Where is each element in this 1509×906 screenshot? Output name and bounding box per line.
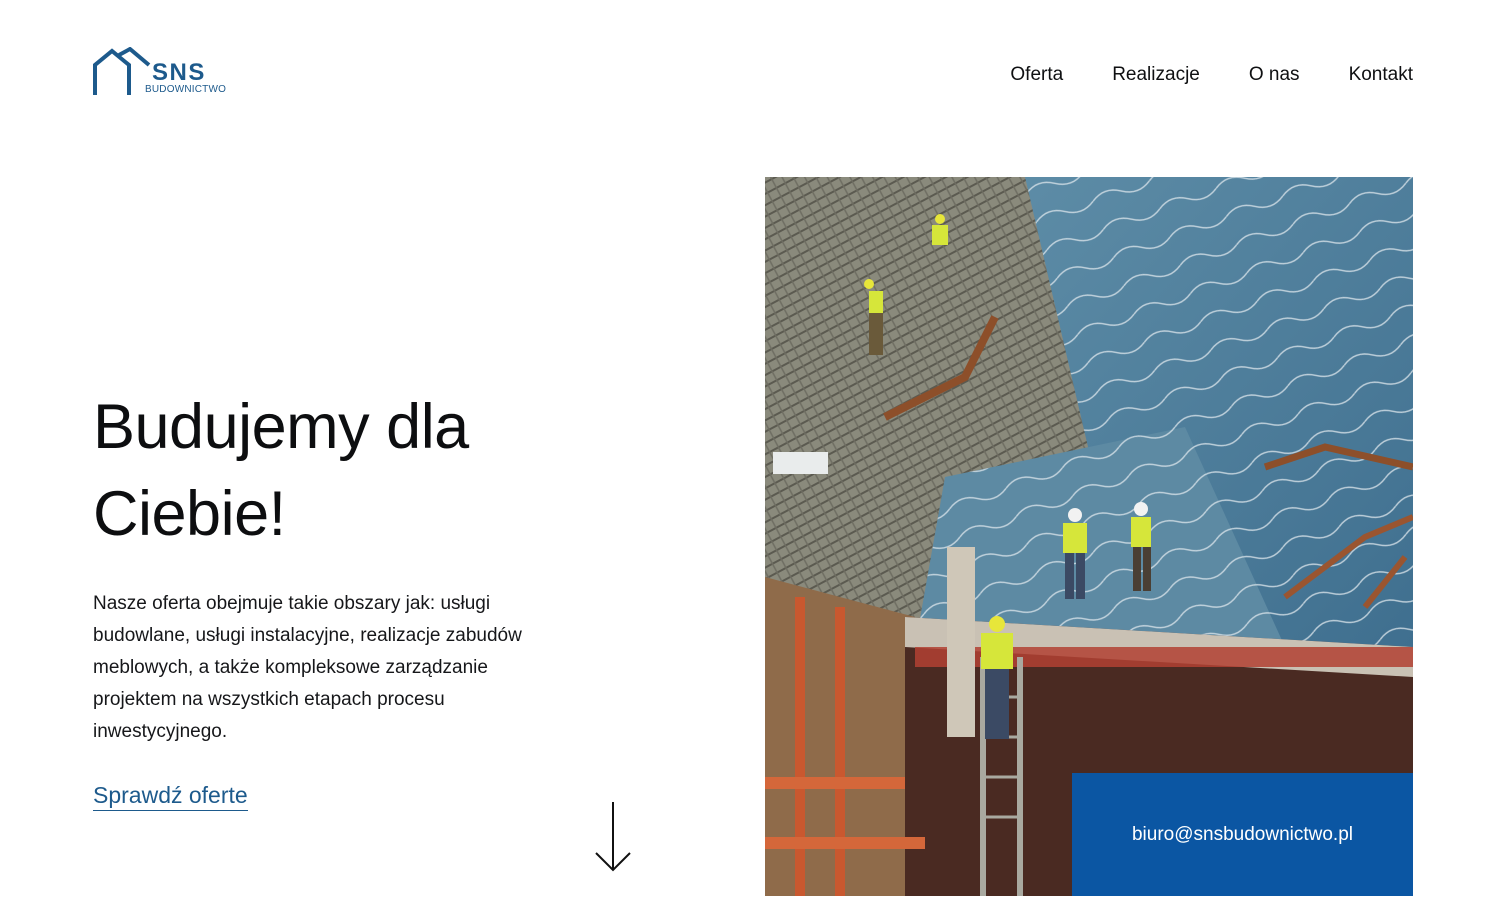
arrow-down-icon[interactable] [593, 800, 633, 874]
main-nav: Oferta Realizacje O nas Kontakt [1010, 62, 1413, 88]
hero-description: Nasze oferta obejmuje takie obszary jak:… [93, 593, 522, 742]
nav-item-realizacje[interactable]: Realizacje [1112, 62, 1200, 88]
hero-title-line2: Ciebie! [93, 479, 286, 549]
brand-subtitle: BUDOWNICTWO [145, 84, 227, 95]
house-roof-logo-icon [93, 47, 151, 95]
hero-title: Budujemy dla Ciebie! [93, 384, 613, 558]
nav-item-oferta[interactable]: Oferta [1010, 62, 1063, 88]
contact-email-box[interactable]: biuro@snsbudownictwo.pl [1072, 773, 1413, 896]
hero-title-line1: Budujemy dla [93, 392, 469, 462]
contact-email[interactable]: biuro@snsbudownictwo.pl [1132, 824, 1353, 846]
nav-item-o-nas[interactable]: O nas [1249, 62, 1300, 88]
nav-item-kontakt[interactable]: Kontakt [1349, 62, 1413, 88]
brand-logo[interactable]: SNS BUDOWNICTWO [93, 47, 233, 99]
check-offer-link[interactable]: Sprawdź oferte [93, 781, 248, 811]
brand-name: SNS [152, 59, 206, 86]
